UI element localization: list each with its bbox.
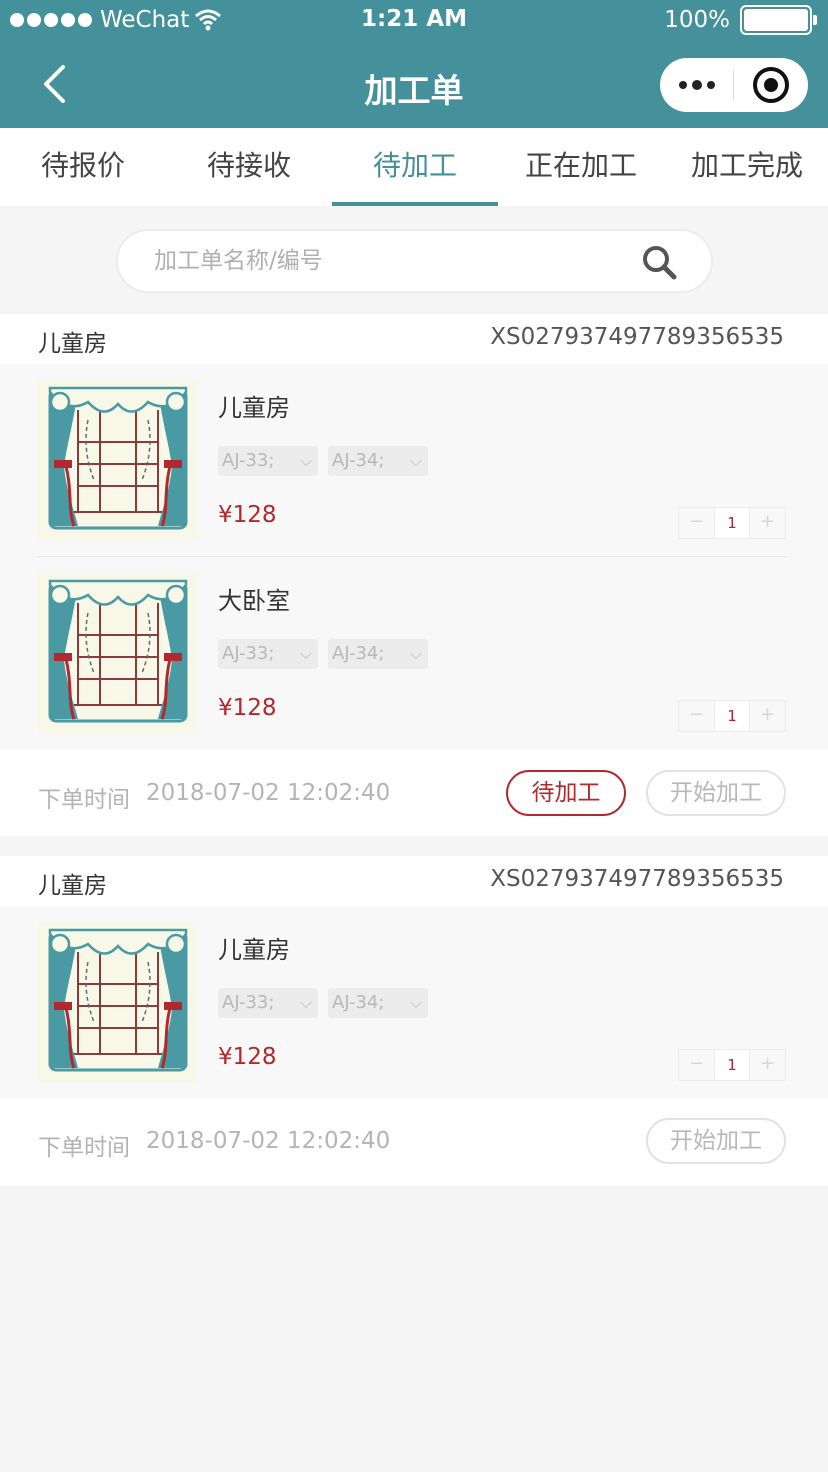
spec-label: AJ-34;: [332, 992, 385, 1013]
spec-select[interactable]: AJ-33; ⌵: [218, 639, 318, 669]
search-icon[interactable]: [640, 243, 680, 283]
curtain-image: [48, 579, 188, 723]
item-price: ¥128: [218, 1044, 277, 1070]
decrease-button[interactable]: −: [679, 508, 714, 538]
order-name: 儿童房: [38, 331, 107, 357]
spec-label: AJ-33;: [222, 992, 275, 1013]
tab-processing[interactable]: 正在加工: [498, 128, 664, 206]
order-card: 儿童房 XS027937497789356535 儿童房 AJ-33; ⌵ AJ…: [0, 314, 828, 836]
order-time: 2018-07-02 12:02:40: [146, 1128, 391, 1154]
order-name: 儿童房: [38, 873, 107, 899]
spec-select[interactable]: AJ-34; ⌵: [328, 988, 428, 1018]
order-item: 儿童房 AJ-33; ⌵ AJ-34; ⌵ ¥128 − 1 +: [0, 906, 828, 1098]
battery-percent: 100%: [664, 7, 730, 33]
nav-bar: 加工单: [0, 40, 828, 128]
curtain-image: [48, 386, 188, 530]
search-bar: [116, 229, 713, 293]
tab-pending-quote[interactable]: 待报价: [0, 128, 166, 206]
miniprogram-capsule: [660, 58, 808, 112]
increase-button[interactable]: +: [750, 701, 785, 731]
quantity-stepper: − 1 +: [678, 700, 786, 732]
spec-label: AJ-34;: [332, 643, 385, 664]
order-time-label: 下单时间: [38, 787, 130, 813]
item-price: ¥128: [218, 695, 277, 721]
tab-pending-receive[interactable]: 待接收: [166, 128, 332, 206]
tab-pending-process[interactable]: 待加工: [332, 128, 498, 206]
status-bar: WeChat 1:21 AM 100%: [0, 0, 828, 40]
more-menu-button[interactable]: [660, 79, 733, 90]
product-image[interactable]: [38, 922, 198, 1082]
product-image[interactable]: [38, 573, 198, 733]
order-header: 儿童房 XS027937497789356535: [0, 314, 828, 364]
spec-select[interactable]: AJ-33; ⌵: [218, 988, 318, 1018]
spec-label: AJ-33;: [222, 450, 275, 471]
order-header: 儿童房 XS027937497789356535: [0, 856, 828, 906]
increase-button[interactable]: +: [750, 508, 785, 538]
order-number: XS027937497789356535: [490, 324, 784, 350]
status-badge: 待加工: [506, 770, 626, 816]
increase-button[interactable]: +: [750, 1050, 785, 1080]
tab-completed[interactable]: 加工完成: [664, 128, 828, 206]
product-image[interactable]: [38, 380, 198, 540]
order-item: 大卧室 AJ-33; ⌵ AJ-34; ⌵ ¥128 − 1 +: [0, 557, 828, 751]
order-number: XS027937497789356535: [490, 866, 784, 892]
spec-label: AJ-33;: [222, 643, 275, 664]
order-footer: 下单时间 2018-07-02 12:02:40 待加工 开始加工: [0, 750, 828, 836]
order-time: 2018-07-02 12:02:40: [146, 780, 391, 806]
spec-select[interactable]: AJ-34; ⌵: [328, 639, 428, 669]
status-right: 100%: [664, 5, 817, 35]
close-miniprogram-button[interactable]: [734, 67, 807, 103]
decrease-button[interactable]: −: [679, 1050, 714, 1080]
status-tabs: 待报价 待接收 待加工 正在加工 加工完成: [0, 128, 828, 206]
quantity-stepper: − 1 +: [678, 1049, 786, 1081]
target-icon: [752, 67, 789, 103]
spec-select[interactable]: AJ-34; ⌵: [328, 446, 428, 476]
start-processing-button[interactable]: 开始加工: [646, 770, 786, 816]
item-name: 儿童房: [218, 394, 290, 422]
order-item: 儿童房 AJ-33; ⌵ AJ-34; ⌵ ¥128 − 1 +: [0, 364, 828, 558]
chevron-down-icon: ⌵: [409, 451, 422, 470]
item-name: 大卧室: [218, 587, 290, 615]
quantity-stepper: − 1 +: [678, 507, 786, 539]
search-input[interactable]: [154, 231, 624, 291]
order-card: 儿童房 XS027937497789356535 儿童房 AJ-33; ⌵ AJ…: [0, 856, 828, 1186]
chevron-down-icon: ⌵: [409, 993, 422, 1012]
chevron-down-icon: ⌵: [299, 451, 312, 470]
chevron-down-icon: ⌵: [299, 644, 312, 663]
item-name: 儿童房: [218, 936, 290, 964]
curtain-image: [48, 928, 188, 1072]
quantity-value[interactable]: 1: [714, 508, 750, 538]
decrease-button[interactable]: −: [679, 701, 714, 731]
chevron-down-icon: ⌵: [409, 644, 422, 663]
order-footer: 下单时间 2018-07-02 12:02:40 开始加工: [0, 1098, 828, 1186]
quantity-value[interactable]: 1: [714, 1050, 750, 1080]
item-price: ¥128: [218, 502, 277, 528]
battery-icon: [740, 5, 817, 35]
quantity-value[interactable]: 1: [714, 701, 750, 731]
order-time-label: 下单时间: [38, 1135, 130, 1161]
chevron-down-icon: ⌵: [299, 993, 312, 1012]
spec-select[interactable]: AJ-33; ⌵: [218, 446, 318, 476]
start-processing-button[interactable]: 开始加工: [646, 1118, 786, 1164]
spec-label: AJ-34;: [332, 450, 385, 471]
